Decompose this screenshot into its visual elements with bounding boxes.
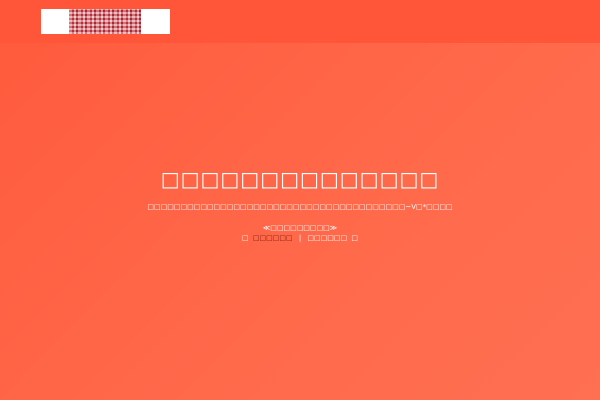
page-title: □□□□□□□□□□□□□□ <box>160 167 440 191</box>
primary-link[interactable]: □□□□□□ <box>251 234 295 242</box>
bracket-close: □ <box>351 234 358 242</box>
link-divider: | <box>298 234 302 242</box>
logo-image <box>69 9 141 34</box>
secondary-link[interactable]: □□□□□□ <box>305 234 349 242</box>
bracket-open: □ <box>242 234 249 242</box>
top-bar <box>0 0 600 43</box>
main-content: □□□□□□□□□□□□□□ □□□□□□□□□□□□□□□□□□□□□□□□□… <box>0 43 600 400</box>
link-row: □ □□□□□□ | □□□□□□ □ <box>0 234 600 242</box>
page-subtitle: □□□□□□□□□□□□□□□□□□□□□□□□□□□□□□□□□□□□□□□~… <box>147 203 453 211</box>
countdown-text: ≪□□□□□□□□□≫ <box>262 224 338 232</box>
site-logo[interactable] <box>41 9 170 34</box>
